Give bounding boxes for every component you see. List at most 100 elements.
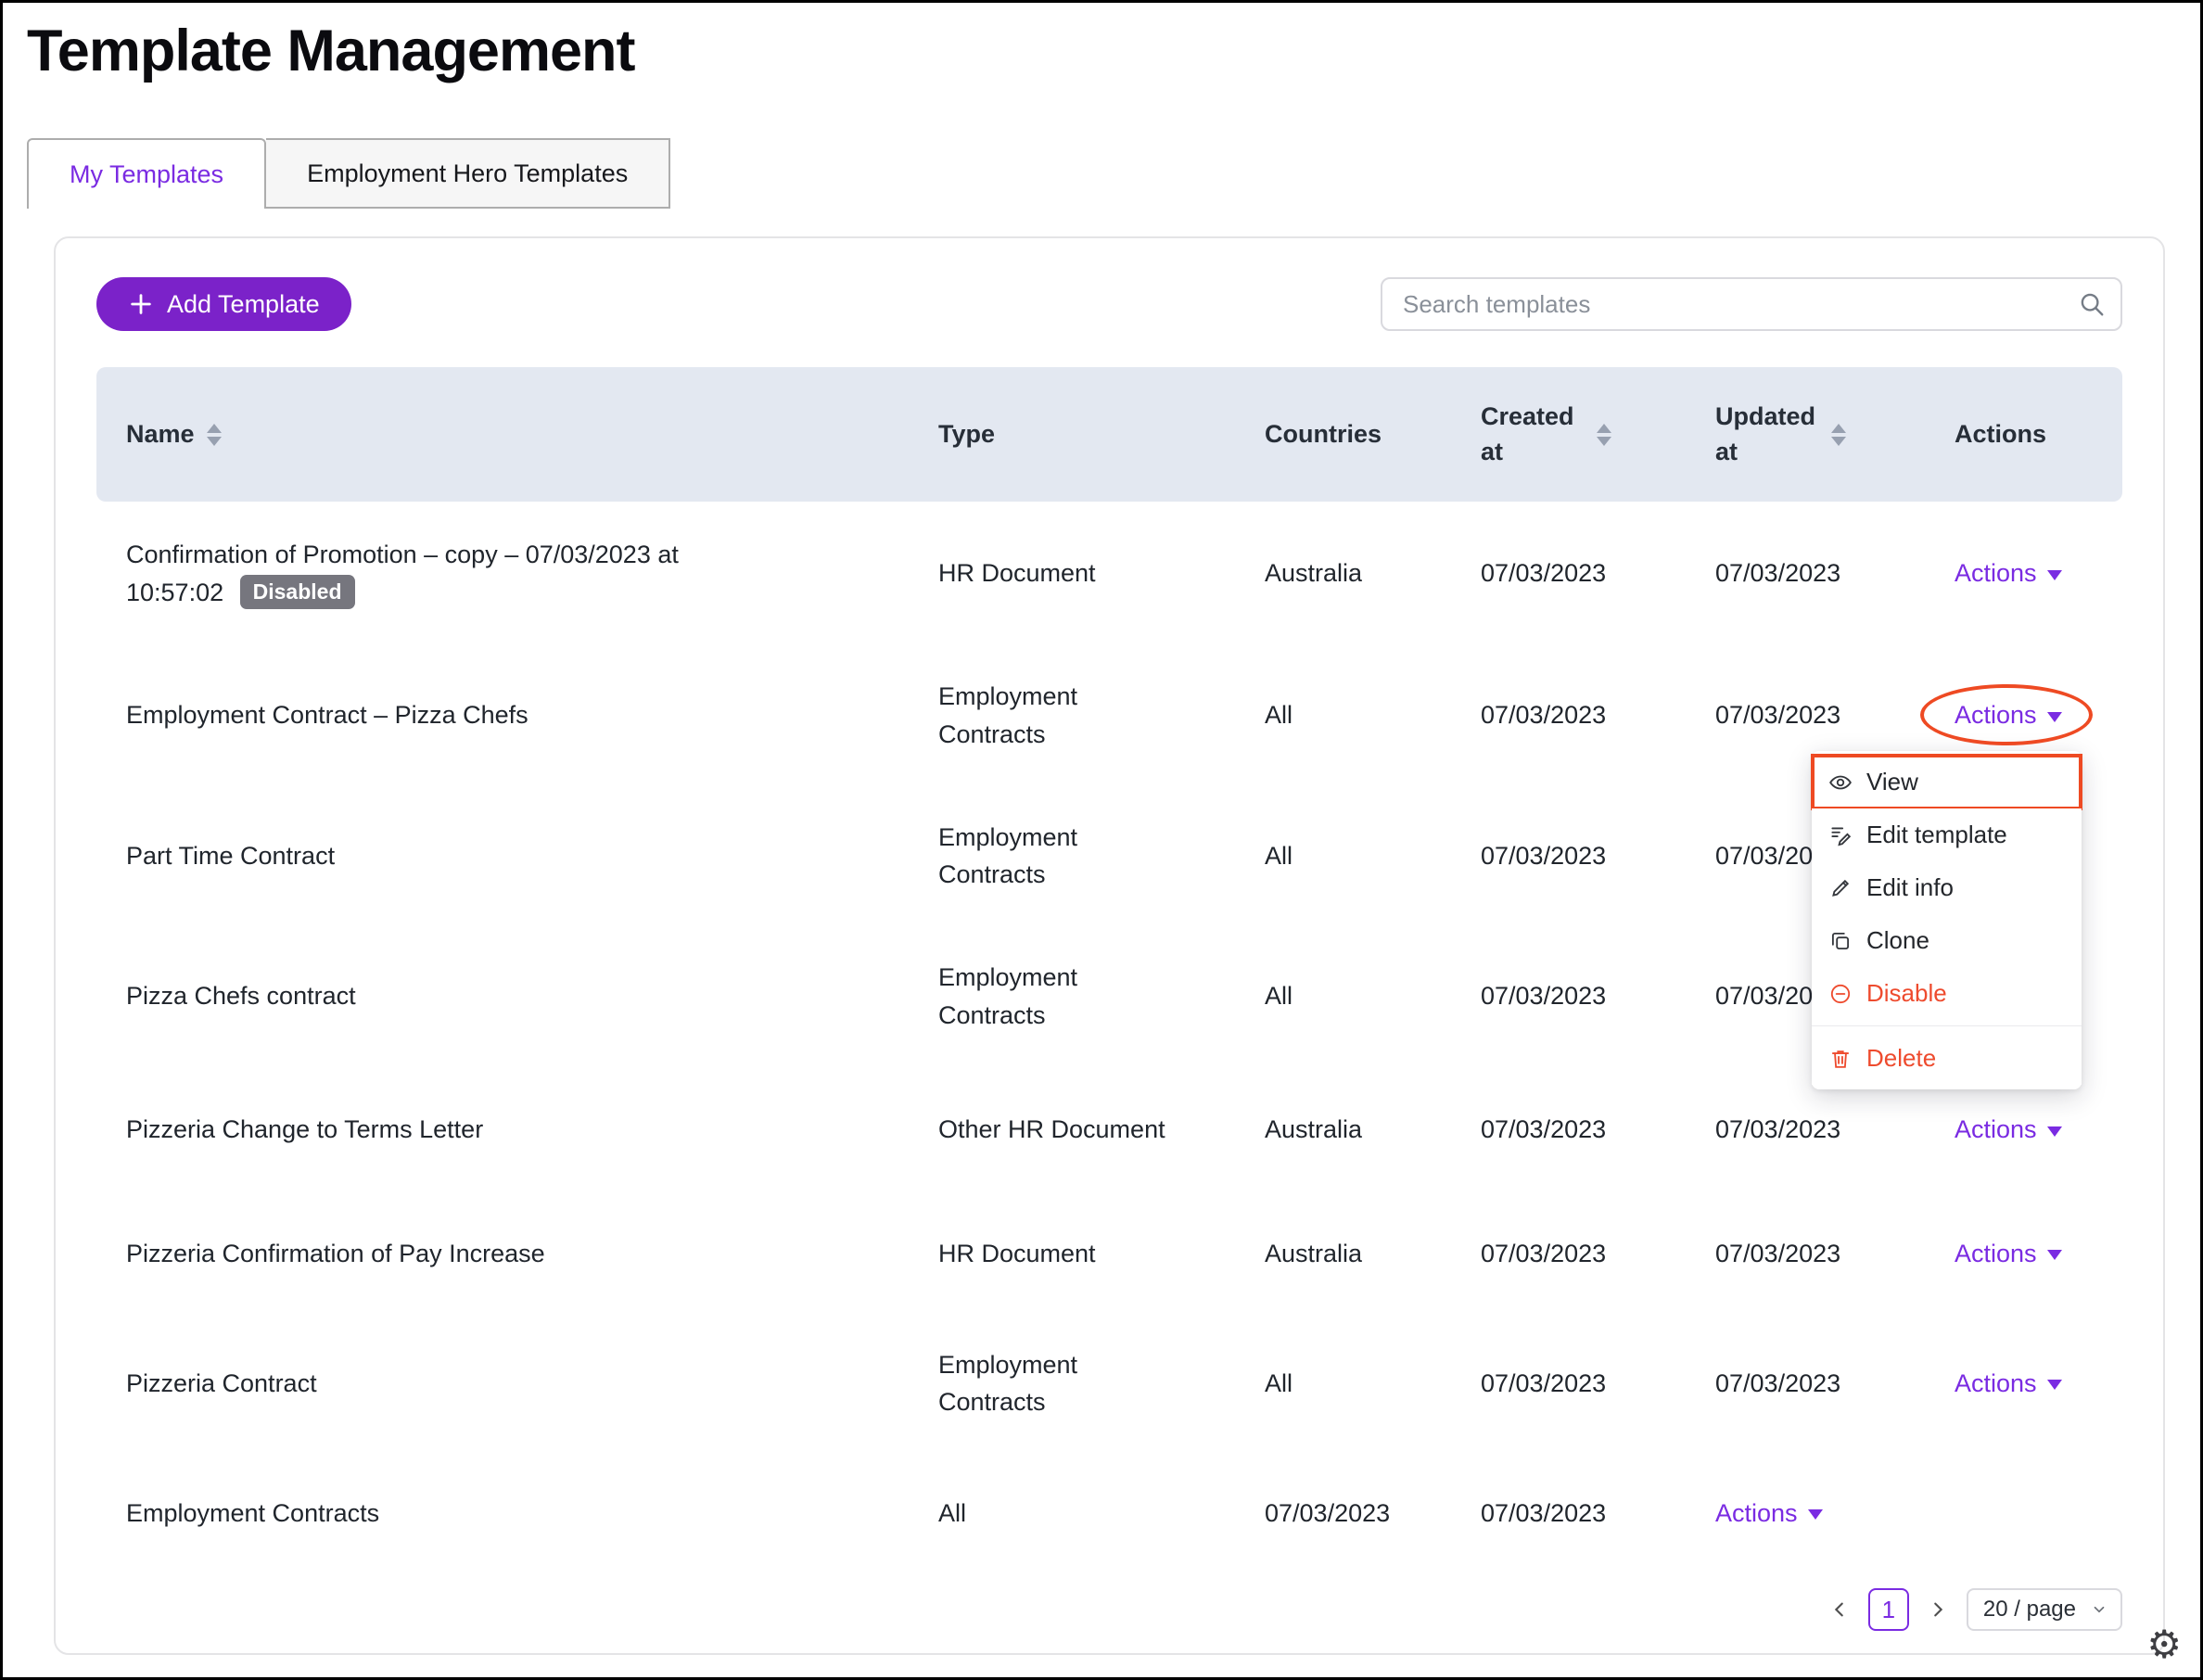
app-window: Template Management My Templates Employm… [0, 0, 2203, 1680]
template-type: Other HR Document [938, 1111, 1165, 1149]
template-countries: All [1235, 977, 1451, 1015]
created-at: 07/03/2023 [1451, 1495, 1686, 1533]
column-header-updated-at[interactable]: Updated at [1686, 400, 1925, 470]
sort-icon [1597, 424, 1611, 446]
menu-item-disable[interactable]: Disable [1812, 967, 2082, 1020]
templates-panel: Add Template Name Type Cou [54, 236, 2165, 1655]
created-at: 07/03/2023 [1451, 1235, 1686, 1273]
column-header-countries: Countries [1235, 420, 1451, 449]
tab-my-templates[interactable]: My Templates [27, 138, 266, 209]
chevron-right-icon [1928, 1599, 1948, 1620]
table-header: Name Type Countries Created at Updated a… [96, 367, 2122, 502]
template-name: Pizzeria Change to Terms Letter [96, 1111, 909, 1149]
template-name: Confirmation of Promotion – copy – 07/03… [126, 541, 679, 606]
sort-icon [207, 424, 222, 446]
updated-at: 07/03/2023 [1686, 554, 1925, 592]
page-size-value: 20 / page [1983, 1597, 2076, 1623]
template-countries: Australia [1235, 1235, 1451, 1273]
chevron-down-icon [2091, 1601, 2107, 1618]
updated-at: 07/03/2023 [1686, 696, 1925, 734]
template-type: HR Document [938, 554, 1096, 592]
page-title: Template Management [27, 18, 2165, 84]
template-name: Pizzeria Confirmation of Pay Increase [96, 1235, 909, 1273]
template-countries: All [1235, 1365, 1451, 1403]
template-countries: Australia [1235, 554, 1451, 592]
actions-dropdown-button[interactable]: Actions [1955, 1365, 2062, 1403]
tab-label: Employment Hero Templates [307, 159, 628, 188]
add-template-button[interactable]: Add Template [96, 277, 351, 331]
column-header-actions: Actions [1925, 420, 2122, 449]
chevron-down-icon [2047, 1250, 2062, 1260]
eye-icon [1828, 770, 1853, 795]
table-row: Pizzeria Confirmation of Pay Increase HR… [96, 1193, 2122, 1314]
template-type: Employment Contracts [938, 678, 1178, 753]
template-type: Employment Contracts [938, 959, 1178, 1034]
menu-item-clone[interactable]: Clone [1812, 914, 2082, 967]
template-countries: All [1235, 837, 1451, 875]
template-countries: 07/03/2023 [1235, 1495, 1451, 1533]
actions-dropdown-button[interactable]: Actions [1955, 1111, 2062, 1149]
table-row: Confirmation of Promotion – copy – 07/03… [96, 502, 2122, 645]
next-page-button[interactable] [1922, 1589, 1954, 1630]
column-header-type: Type [909, 420, 1235, 449]
created-at: 07/03/2023 [1451, 696, 1686, 734]
menu-divider [1812, 1025, 2082, 1026]
template-type: Employment Contracts [938, 1346, 1178, 1421]
tab-label: My Templates [70, 160, 223, 189]
created-at: 07/03/2023 [1451, 1365, 1686, 1403]
template-countries: Australia [1235, 1111, 1451, 1149]
actions-dropdown-button[interactable]: Actions [1955, 1235, 2062, 1273]
menu-item-view[interactable]: View [1812, 756, 2082, 808]
template-name: Pizza Chefs contract [96, 977, 909, 1015]
chevron-down-icon [2047, 1126, 2062, 1137]
chevron-down-icon [2047, 570, 2062, 580]
updated-at: 07/03/2023 [1686, 1235, 1925, 1273]
updated-at: 07/03/2023 [1686, 1365, 1925, 1403]
created-at: 07/03/2023 [1451, 554, 1686, 592]
template-name: Part Time Contract [96, 837, 909, 875]
plus-icon [128, 291, 154, 317]
chevron-down-icon [1808, 1509, 1823, 1520]
template-name: Employment Contract – Pizza Chefs [96, 696, 909, 734]
menu-item-delete[interactable]: Delete [1812, 1032, 2082, 1085]
disable-icon [1828, 982, 1853, 1006]
disabled-badge: Disabled [240, 575, 355, 610]
pagination: 1 20 / page [1824, 1588, 2122, 1633]
add-template-label: Add Template [167, 290, 320, 319]
column-header-name[interactable]: Name [96, 420, 909, 449]
search-input[interactable] [1381, 277, 2122, 331]
created-at: 07/03/2023 [1451, 837, 1686, 875]
search-icon[interactable] [2078, 290, 2106, 318]
menu-item-edit-template[interactable]: Edit template [1812, 808, 2082, 861]
settings-gear-icon[interactable]: ⚙ [2146, 1625, 2182, 1664]
page-number-button[interactable]: 1 [1868, 1588, 1909, 1631]
chevron-left-icon [1829, 1599, 1850, 1620]
table-row: Pizzeria Contract Employment Contracts A… [96, 1314, 2122, 1453]
template-name: Pizzeria Contract [96, 1365, 909, 1403]
chevron-down-icon [2047, 1380, 2062, 1390]
tab-employment-hero-templates[interactable]: Employment Hero Templates [266, 138, 670, 209]
menu-item-edit-info[interactable]: Edit info [1812, 861, 2082, 914]
template-name: Employment Contracts [96, 1495, 909, 1533]
search-box [1381, 277, 2122, 331]
clone-icon [1828, 929, 1853, 953]
edit-template-icon [1828, 823, 1853, 847]
created-at: 07/03/2023 [1451, 1111, 1686, 1149]
template-type: Employment Contracts [938, 819, 1178, 894]
template-countries: All [1235, 696, 1451, 734]
toolbar: Add Template [96, 277, 2122, 331]
trash-icon [1828, 1047, 1853, 1071]
template-type: HR Document [938, 1235, 1096, 1273]
actions-dropdown-button[interactable]: Actions [1955, 696, 2062, 734]
column-header-created-at[interactable]: Created at [1451, 400, 1686, 470]
created-at: 07/03/2023 [1451, 977, 1686, 1015]
chevron-down-icon [2047, 712, 2062, 722]
tab-bar: My Templates Employment Hero Templates [27, 138, 2165, 209]
actions-dropdown-button[interactable]: Actions [1955, 554, 2062, 592]
previous-page-button[interactable] [1824, 1589, 1855, 1630]
table-row: Employment Contracts All 07/03/2023 07/0… [96, 1453, 2122, 1573]
template-type: All [909, 1495, 1235, 1533]
page-size-select[interactable]: 20 / page [1967, 1588, 2122, 1631]
actions-dropdown-button[interactable]: Actions [1715, 1495, 1823, 1533]
sort-icon [1831, 424, 1846, 446]
